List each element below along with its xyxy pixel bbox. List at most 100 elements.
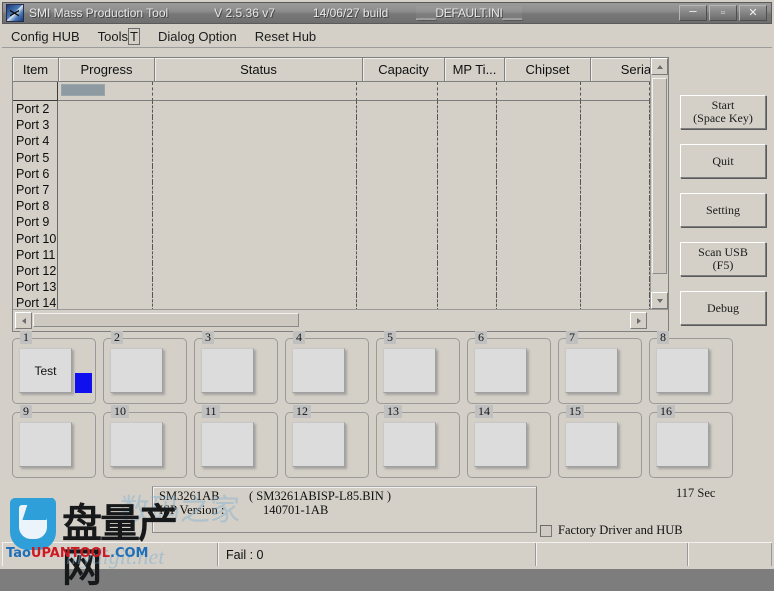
device-panel-display	[656, 348, 709, 393]
table-row[interactable]: Port 8	[13, 198, 650, 214]
table-row[interactable]: Port 2	[13, 101, 650, 117]
cell-status	[153, 295, 357, 309]
table-row[interactable]: Port 4	[13, 133, 650, 149]
cell-capacity	[357, 133, 438, 149]
device-panel-7[interactable]: 7	[558, 338, 642, 404]
factory-driver-checkbox[interactable]	[540, 525, 552, 537]
chevron-right-icon	[637, 318, 641, 324]
menu-item-dialog-option[interactable]: Dialog Option	[149, 27, 246, 46]
chevron-up-icon	[657, 65, 663, 69]
device-panel-8[interactable]: 8	[649, 338, 733, 404]
table-row[interactable]: Port 12	[13, 263, 650, 279]
device-panel-display	[110, 348, 163, 393]
cell-status	[153, 263, 357, 279]
table-row[interactable]: Port 14	[13, 295, 650, 309]
device-panel-2[interactable]: 2	[103, 338, 187, 404]
cell-item: Port 3	[13, 117, 58, 133]
button-label-primary: Setting	[706, 204, 740, 217]
device-panel-5[interactable]: 5	[376, 338, 460, 404]
cell-progress	[58, 182, 152, 198]
close-button[interactable]: ✕	[739, 5, 767, 21]
quit-button[interactable]: Quit	[680, 144, 766, 178]
cell-chipset	[497, 133, 582, 149]
horizontal-scrollbar[interactable]	[13, 309, 668, 331]
start-button[interactable]: Start(Space Key)	[680, 95, 766, 129]
status-segment-3	[688, 543, 772, 566]
device-panel-9[interactable]: 9	[12, 412, 96, 478]
grid-header-label: MP Ti...	[453, 62, 497, 77]
maximize-button[interactable]: ▫	[709, 5, 737, 21]
cell-progress	[58, 198, 152, 214]
device-panel-display	[201, 348, 254, 393]
device-panel-display	[474, 422, 527, 467]
grid-header-chipset[interactable]: Chipset	[505, 58, 591, 82]
cell-progress	[58, 150, 152, 166]
menu-item-reset-hub[interactable]: Reset Hub	[246, 27, 325, 46]
table-row[interactable]: Port 7	[13, 182, 650, 198]
cell-text: Port 10	[16, 232, 56, 246]
vertical-scrollbar[interactable]	[650, 58, 668, 309]
cell-chipset	[497, 182, 582, 198]
cell-chipset	[497, 150, 582, 166]
scan-usb-button[interactable]: Scan USB(F5)	[680, 242, 766, 276]
grid-header-status[interactable]: Status	[155, 58, 363, 82]
device-panel-4[interactable]: 4	[285, 338, 369, 404]
cell-text: Port 12	[16, 264, 56, 278]
cell-status	[153, 166, 357, 182]
grid-header-label: Capacity	[378, 62, 429, 77]
minimize-button[interactable]: –	[679, 5, 707, 21]
device-panel-13[interactable]: 13	[376, 412, 460, 478]
factory-driver-option[interactable]: Factory Driver and HUB	[540, 523, 683, 538]
scroll-left-button[interactable]	[15, 312, 32, 329]
device-panel-11[interactable]: 11	[194, 412, 278, 478]
cell-item: Port 2	[13, 101, 58, 117]
cell-progress	[58, 295, 152, 309]
grid-header-label: Status	[240, 62, 277, 77]
device-panel-16[interactable]: 16	[649, 412, 733, 478]
progress-bar	[61, 84, 105, 96]
device-panel-3[interactable]: 3	[194, 338, 278, 404]
table-row[interactable]: Port 3	[13, 117, 650, 133]
window-ini-file: ___DEFAULT.INI___	[416, 6, 521, 20]
horizontal-scrollbar-thumb[interactable]	[33, 313, 299, 327]
cell-chipset	[497, 117, 582, 133]
cell-progress	[58, 279, 152, 295]
device-panel-14[interactable]: 14	[467, 412, 551, 478]
menu-item-tools[interactable]: ToolsT	[89, 27, 149, 46]
cell-serial	[581, 166, 650, 182]
debug-button[interactable]: Debug	[680, 291, 766, 325]
cell-status	[153, 182, 357, 198]
grid-header-mp-ti[interactable]: MP Ti...	[445, 58, 505, 82]
cell-capacity	[357, 198, 438, 214]
table-row[interactable]: Port 11	[13, 247, 650, 263]
device-panel-10[interactable]: 10	[103, 412, 187, 478]
grid-header-capacity[interactable]: Capacity	[363, 58, 445, 82]
table-row[interactable]: Port 6	[13, 166, 650, 182]
chip-name: SM3261AB	[159, 489, 219, 504]
cell-status	[153, 150, 357, 166]
table-row[interactable]: Port 9	[13, 214, 650, 230]
device-panel-1[interactable]: 1Test	[12, 338, 96, 404]
setting-button[interactable]: Setting	[680, 193, 766, 227]
menu-item-label: Config HUB	[11, 29, 80, 44]
cell-progress	[58, 214, 152, 230]
cell-chipset	[497, 231, 582, 247]
cell-status	[153, 198, 357, 214]
vertical-scrollbar-thumb[interactable]	[652, 78, 667, 274]
cell-status	[153, 117, 357, 133]
scroll-down-button[interactable]	[651, 292, 668, 309]
grid-header-item[interactable]: Item	[13, 58, 59, 82]
table-row[interactable]	[13, 82, 650, 101]
table-row[interactable]: Port 10	[13, 231, 650, 247]
device-panel-6[interactable]: 6	[467, 338, 551, 404]
grid-header-progress[interactable]: Progress	[59, 58, 155, 82]
device-panel-number: 12	[293, 405, 311, 418]
menu-item-config-hub[interactable]: Config HUB	[2, 27, 89, 46]
device-panel-15[interactable]: 15	[558, 412, 642, 478]
device-panel-12[interactable]: 12	[285, 412, 369, 478]
scroll-right-button[interactable]	[630, 312, 647, 329]
table-row[interactable]: Port 13	[13, 279, 650, 295]
cell-serial	[581, 198, 650, 214]
scroll-up-button[interactable]	[651, 58, 668, 75]
table-row[interactable]: Port 5	[13, 150, 650, 166]
